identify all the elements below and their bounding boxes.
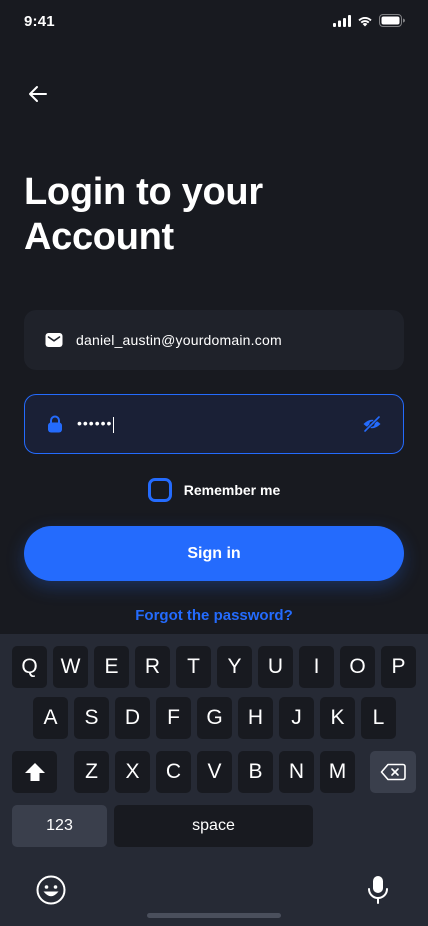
key-a[interactable]: A	[33, 697, 68, 739]
space-key[interactable]: space	[114, 805, 313, 847]
key-s[interactable]: S	[74, 697, 109, 739]
password-dots: ••••••	[77, 415, 113, 432]
page-title: Login to your Account	[24, 170, 404, 260]
numbers-key[interactable]: 123	[12, 805, 107, 847]
back-button[interactable]	[22, 78, 54, 110]
home-indicator[interactable]	[147, 913, 281, 918]
sign-in-button[interactable]: Sign in	[24, 526, 404, 581]
remember-me-label: Remember me	[183, 482, 281, 498]
key-t[interactable]: T	[176, 646, 211, 688]
key-k[interactable]: K	[320, 697, 355, 739]
key-w[interactable]: W	[53, 646, 88, 688]
keyboard: Q W E R T Y U I O P A S D F G H J K L Z …	[0, 634, 428, 926]
key-z[interactable]: Z	[74, 751, 109, 793]
key-h[interactable]: H	[238, 697, 273, 739]
keyboard-row-4: 123 space	[0, 805, 428, 847]
shift-arrow-icon	[24, 763, 45, 781]
email-value: daniel_austin@yourdomain.com	[76, 332, 282, 348]
key-d[interactable]: D	[115, 697, 150, 739]
backspace-icon	[380, 763, 406, 781]
status-icons	[333, 14, 406, 27]
dictation-button[interactable]	[366, 874, 390, 906]
status-bar: 9:41	[0, 0, 428, 44]
keyboard-row-2: A S D F G H J K L	[0, 697, 428, 739]
remember-me-checkbox[interactable]	[147, 478, 172, 502]
password-field[interactable]: ••••••	[24, 394, 404, 454]
emoji-icon	[36, 875, 66, 905]
key-i[interactable]: I	[299, 646, 334, 688]
key-x[interactable]: X	[115, 751, 150, 793]
key-p[interactable]: P	[381, 646, 416, 688]
key-r[interactable]: R	[135, 646, 170, 688]
keyboard-bottom-bar	[0, 872, 428, 912]
key-b[interactable]: B	[238, 751, 273, 793]
key-m[interactable]: M	[320, 751, 355, 793]
key-l[interactable]: L	[361, 697, 396, 739]
key-v[interactable]: V	[197, 751, 232, 793]
status-time: 9:41	[24, 13, 55, 30]
key-o[interactable]: O	[340, 646, 375, 688]
forgot-password-link[interactable]: Forgot the password?	[0, 607, 428, 624]
lock-icon	[45, 414, 65, 434]
key-g[interactable]: G	[197, 697, 232, 739]
wifi-icon	[358, 16, 372, 26]
arrow-left-icon	[29, 86, 47, 102]
shift-key[interactable]	[12, 751, 57, 793]
page-title-line2: Account	[24, 216, 174, 258]
password-value: ••••••	[77, 415, 361, 433]
page-title-line1: Login to your	[24, 171, 263, 213]
email-field[interactable]: daniel_austin@yourdomain.com	[24, 310, 404, 370]
key-u[interactable]: U	[258, 646, 293, 688]
mail-icon	[44, 330, 64, 350]
remember-me-row: Remember me	[0, 478, 428, 502]
emoji-button[interactable]	[35, 874, 67, 906]
battery-icon	[379, 14, 405, 27]
cellular-signal-icon	[333, 14, 351, 27]
key-n[interactable]: N	[279, 751, 314, 793]
eye-slash-icon[interactable]	[361, 413, 383, 435]
keyboard-row-1: Q W E R T Y U I O P	[0, 646, 428, 688]
key-f[interactable]: F	[156, 697, 191, 739]
text-caret	[113, 416, 115, 433]
keyboard-row-3: Z X C V B N M	[0, 751, 428, 793]
microphone-icon	[368, 876, 388, 904]
delete-key[interactable]	[370, 751, 416, 793]
key-y[interactable]: Y	[217, 646, 252, 688]
key-j[interactable]: J	[279, 697, 314, 739]
key-e[interactable]: E	[94, 646, 129, 688]
key-q[interactable]: Q	[12, 646, 47, 688]
key-c[interactable]: C	[156, 751, 191, 793]
